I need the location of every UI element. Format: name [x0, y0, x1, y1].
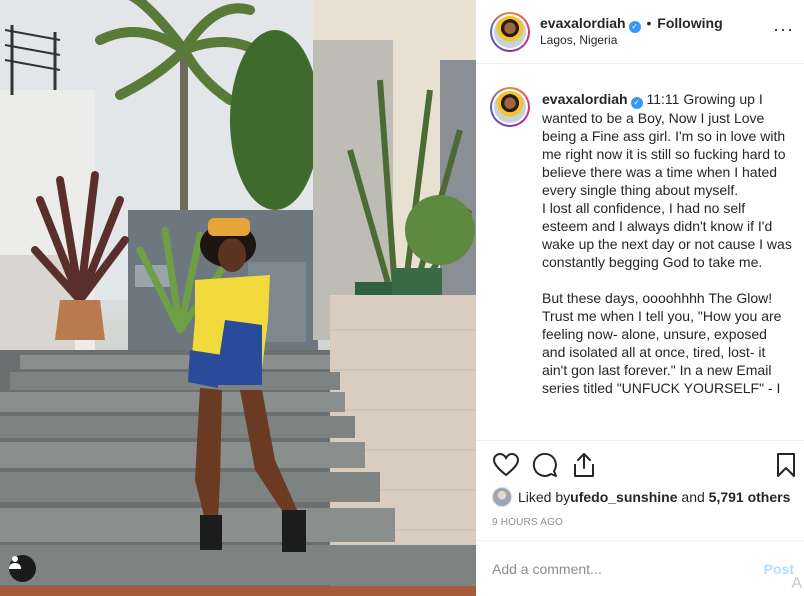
post-details-panel: evaxalordiah ✓ • Following Lagos, Nigeria… [476, 0, 804, 596]
likes-summary: Liked by ufedo_sunshine and 5,791 others [492, 487, 790, 507]
user-tag-button[interactable] [9, 555, 36, 582]
like-button[interactable] [492, 451, 520, 479]
comment-form: Post A [476, 540, 804, 596]
photo-scene [0, 0, 476, 596]
liker-avatar[interactable] [492, 487, 512, 507]
caption: evaxalordiah ✓ 11:11 Growing up I wanted … [542, 90, 794, 397]
post-photo[interactable] [0, 0, 476, 596]
save-button[interactable] [772, 451, 800, 479]
caption-body: 11:11 Growing up I wanted to be a Boy, N… [542, 91, 792, 396]
more-options-icon[interactable]: ··· [773, 20, 794, 38]
caption-verified-badge-icon: ✓ [630, 97, 643, 109]
likes-prefix: Liked by [518, 489, 571, 505]
following-button[interactable]: Following [657, 15, 722, 31]
post-header: evaxalordiah ✓ • Following Lagos, Nigeria… [476, 0, 804, 64]
likes-and: and [677, 489, 709, 505]
user-tag-icon [9, 556, 21, 569]
author-avatar[interactable] [490, 12, 530, 52]
bookmark-icon [777, 453, 795, 477]
corner-glyph: A [791, 575, 802, 592]
likes-count[interactable]: 5,791 others [709, 489, 791, 505]
liker-username[interactable]: ufedo_sunshine [570, 489, 677, 505]
separator-dot: • [646, 15, 652, 31]
post-timestamp[interactable]: 9 HOURS AGO [492, 517, 563, 528]
share-button[interactable] [570, 451, 598, 479]
caption-username[interactable]: evaxalordiah [542, 91, 628, 107]
verified-badge-icon: ✓ [628, 21, 641, 33]
author-username[interactable]: evaxalordiah [540, 15, 626, 31]
comment-bubble-icon [532, 452, 557, 477]
header-line: evaxalordiah ✓ • Following [540, 15, 723, 33]
action-bar [476, 440, 804, 490]
comment-button[interactable] [531, 451, 559, 479]
caption-author-avatar[interactable] [490, 87, 530, 127]
post-location[interactable]: Lagos, Nigeria [540, 33, 617, 47]
share-icon [574, 453, 594, 477]
caption-scroll-area[interactable]: evaxalordiah ✓ 11:11 Growing up I wanted … [476, 65, 804, 439]
comment-input[interactable] [492, 558, 742, 580]
post-comment-button[interactable]: Post [764, 561, 794, 577]
heart-icon [493, 453, 519, 477]
